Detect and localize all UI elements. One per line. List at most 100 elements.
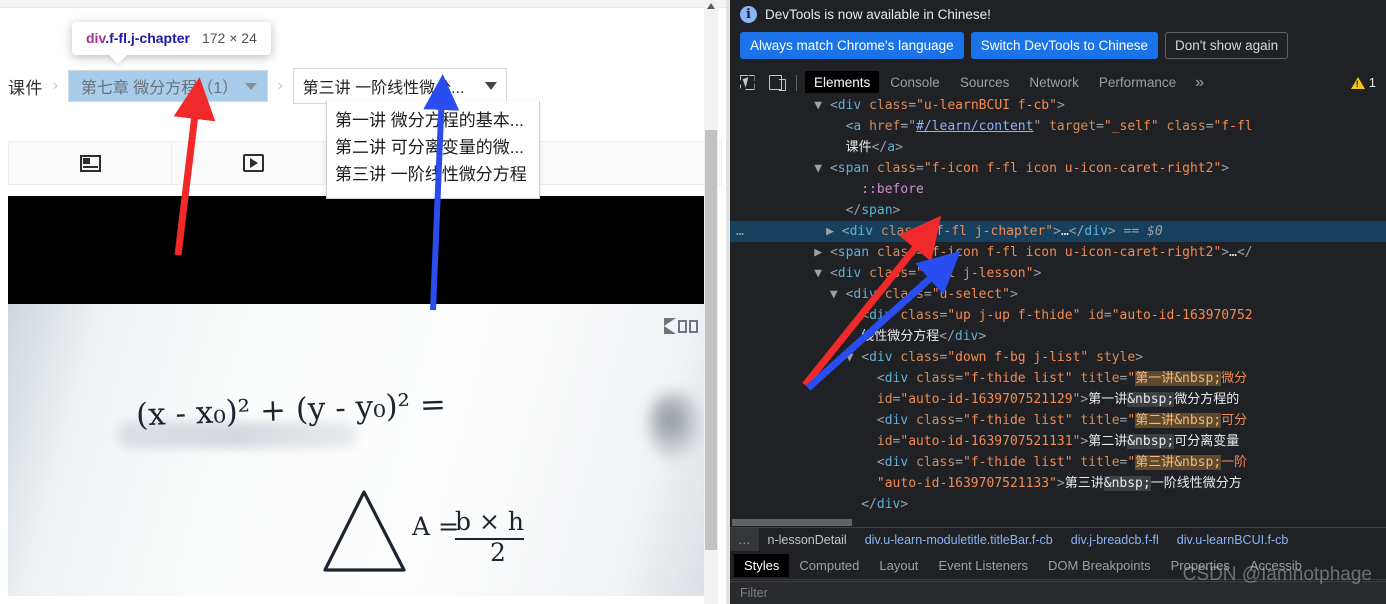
breadcrumb-separator-1: › xyxy=(52,76,59,96)
dom-token-pun xyxy=(861,266,869,281)
dom-token-val: "auto-id-1639707521133" xyxy=(876,476,1057,491)
tab-computed[interactable]: Computed xyxy=(789,554,869,577)
lesson-option[interactable]: 第一讲 微分方程的基本... xyxy=(327,107,539,134)
expand-toggle-icon[interactable]: ▼ xyxy=(846,350,862,365)
tab-slides[interactable] xyxy=(9,142,172,184)
dom-node[interactable]: <a href="#/learn/content" target="_self"… xyxy=(730,116,1386,137)
breadcrumb-root-link[interactable]: 课件 xyxy=(8,74,43,99)
chapter-select[interactable]: 第七章 微分方程（1） xyxy=(67,70,268,102)
dom-token-attrn: title xyxy=(1080,413,1120,428)
expand-toggle-icon[interactable]: ▶ xyxy=(826,224,842,239)
dom-token-val: "auto-id-163970752 xyxy=(1111,308,1253,323)
tab-accessibility[interactable]: Accessib xyxy=(1240,554,1312,577)
dom-token-tag: div xyxy=(884,371,909,386)
dom-node[interactable]: ▼ <span class="f-icon f-fl icon u-icon-c… xyxy=(730,158,1386,179)
dom-node[interactable]: ▼ <div class="down f-bg j-list" style> xyxy=(730,347,1386,368)
device-toolbar-icon[interactable] xyxy=(762,71,788,95)
hscrollbar-thumb[interactable] xyxy=(732,519,852,526)
dom-token-txt: 微分方程的 xyxy=(1174,392,1240,407)
inspect-element-icon[interactable] xyxy=(734,71,760,95)
dom-token-val: "f-thide list" xyxy=(963,371,1073,386)
node-menu-icon[interactable]: … xyxy=(736,221,744,242)
dom-node[interactable]: ▼ <div class="u-select"> xyxy=(730,284,1386,305)
dom-token-pun: = xyxy=(955,455,963,470)
dom-token-val: "u-learnBCUI f-cb" xyxy=(916,98,1057,113)
dom-crumb-item[interactable]: div.j-breadcb.f-fl xyxy=(1062,533,1168,547)
tab-dom-breakpoints[interactable]: DOM Breakpoints xyxy=(1038,554,1161,577)
page-vertical-scrollbar[interactable] xyxy=(704,0,718,604)
dom-node[interactable]: <div class="up j-up f-thide" id="auto-id… xyxy=(730,305,1386,326)
dom-node[interactable]: ::before xyxy=(730,179,1386,200)
expand-toggle-icon[interactable]: ▼ xyxy=(814,161,830,176)
always-match-language-button[interactable]: Always match Chrome's language xyxy=(740,32,964,59)
tab-event-listeners[interactable]: Event Listeners xyxy=(928,554,1038,577)
dom-node[interactable]: id="auto-id-1639707521131">第二讲&nbsp;可分离变… xyxy=(730,431,1386,452)
dont-show-again-button[interactable]: Don't show again xyxy=(1165,32,1289,59)
dom-node[interactable]: <div class="f-thide list" title="第二讲&nbs… xyxy=(730,410,1386,431)
video-letterbox[interactable] xyxy=(8,196,712,304)
tab-console[interactable]: Console xyxy=(881,71,949,94)
dom-token-pun: > xyxy=(1056,476,1065,491)
tab-properties[interactable]: Properties xyxy=(1161,554,1240,577)
more-tabs-icon[interactable]: » xyxy=(1187,74,1212,92)
dom-token-pun xyxy=(869,245,877,260)
tab-performance[interactable]: Performance xyxy=(1090,71,1185,94)
tab-styles[interactable]: Styles xyxy=(734,554,790,577)
tab-network[interactable]: Network xyxy=(1020,71,1088,94)
dom-token-lnk[interactable]: #/learn/content xyxy=(916,119,1033,134)
dom-token-tag: span xyxy=(861,203,893,218)
dom-node-selected[interactable]: … ▶ <div class="f-fl j-chapter">…</div> … xyxy=(730,221,1386,242)
tab-video-1[interactable] xyxy=(172,142,335,184)
banner-buttons: Always match Chrome's language Switch De… xyxy=(740,32,1376,59)
dom-token-pun: > xyxy=(1221,245,1230,260)
expand-toggle-icon[interactable]: ▶ xyxy=(814,245,830,260)
lesson-select[interactable]: 第三讲 一阶线性微分... xyxy=(292,68,507,104)
lesson-option[interactable]: 第二讲 可分离变量的微... xyxy=(327,134,539,161)
dom-token-pun: = xyxy=(908,98,917,113)
switch-to-chinese-button[interactable]: Switch DevTools to Chinese xyxy=(970,32,1159,59)
tab-elements[interactable]: Elements xyxy=(805,71,880,94)
info-icon: i xyxy=(740,6,757,23)
dom-node[interactable]: ▼ <div class="f-fl j-lesson"> xyxy=(730,263,1386,284)
expand-toggle-icon[interactable]: ▼ xyxy=(814,98,830,113)
dom-node[interactable]: <div class="f-thide list" title="第三讲&nbs… xyxy=(730,452,1386,473)
tab-sources[interactable]: Sources xyxy=(951,71,1019,94)
dom-token-txt: … xyxy=(1229,245,1237,260)
styles-filter-input[interactable]: Filter xyxy=(730,581,1386,604)
scrollbar-thumb[interactable] xyxy=(705,130,717,550)
dom-node[interactable]: <div class="f-thide list" title="第一讲&nbs… xyxy=(730,368,1386,389)
dom-node[interactable]: </div> xyxy=(730,494,1386,515)
dom-node[interactable]: ▼ <div class="u-learnBCUI f-cb"> xyxy=(730,95,1386,116)
dom-tree[interactable]: ▼ <div class="u-learnBCUI f-cb"> <a href… xyxy=(730,93,1386,527)
dom-node[interactable]: "auto-id-1639707521133">第三讲&nbsp;一阶线性微分方 xyxy=(730,473,1386,494)
dom-token-val: 可分 xyxy=(1221,413,1248,428)
dom-node[interactable]: 课件</a> xyxy=(730,137,1386,158)
dom-node[interactable]: ▶ <span class="f-icon f-fl icon u-icon-c… xyxy=(730,242,1386,263)
scroll-up-arrow-icon[interactable] xyxy=(707,3,715,9)
expand-toggle-icon[interactable]: ▼ xyxy=(814,266,830,281)
lesson-option[interactable]: 第三讲 一阶线性微分方程 xyxy=(327,161,539,188)
dom-token-attrn: class xyxy=(869,266,909,281)
dom-crumb-item[interactable]: div.u-learnBCUI.f-cb xyxy=(1168,533,1298,547)
lesson-dropdown-list[interactable]: 第一讲 微分方程的基本... 第二讲 可分离变量的微... 第三讲 一阶线性微分… xyxy=(326,101,540,199)
dom-crumb-item[interactable]: n-lessonDetail xyxy=(759,533,856,547)
warning-badge[interactable]: 1 xyxy=(1350,75,1382,90)
dom-token-pun: < xyxy=(876,413,885,428)
dom-node[interactable]: 线性微分方程</div> xyxy=(730,326,1386,347)
dom-token-attrn: id xyxy=(876,434,893,449)
dom-node[interactable]: </span> xyxy=(730,200,1386,221)
dom-node[interactable]: id="auto-id-1639707521129">第一讲&nbsp;微分方程… xyxy=(730,389,1386,410)
expand-toggle-icon[interactable]: ▼ xyxy=(830,287,846,302)
video-whiteboard-frame[interactable]: (x - x₀)² + (y - y₀)² = A = b × h 2 xyxy=(8,304,712,596)
dom-crumb-item[interactable]: div.u-learn-moduletitle.titleBar.f-cb xyxy=(856,533,1062,547)
breadcrumb-overflow-icon[interactable]: … xyxy=(730,528,759,551)
dom-tree-horizontal-scrollbar[interactable] xyxy=(730,518,1386,527)
tab-layout[interactable]: Layout xyxy=(869,554,928,577)
chevron-down-icon xyxy=(484,82,497,90)
dom-token-dollar: $0 xyxy=(1147,224,1163,239)
